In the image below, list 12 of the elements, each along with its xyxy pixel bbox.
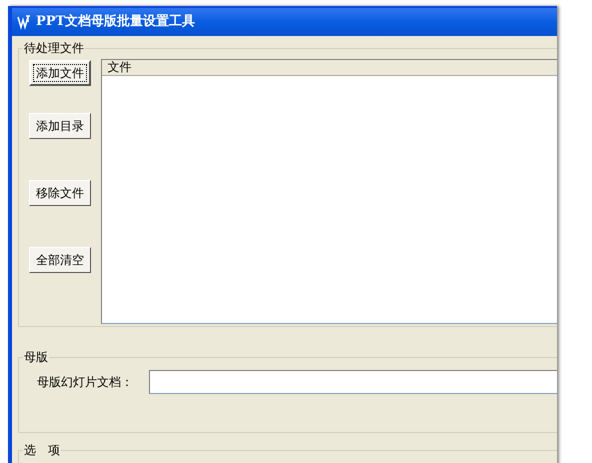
group-title: 选 项 bbox=[23, 442, 61, 458]
column-header[interactable]: 文件 bbox=[102, 60, 557, 75]
field-label: 母版幻灯片文档： bbox=[37, 374, 134, 391]
app-icon bbox=[16, 14, 32, 30]
window-title: PPT文档母版批量设置工具 bbox=[36, 12, 196, 32]
group-title: 待处理文件 bbox=[23, 40, 85, 56]
sidebar-button[interactable]: 添加文件 bbox=[29, 60, 91, 86]
sidebar-button[interactable]: 移除文件 bbox=[29, 180, 91, 206]
sidebar-button[interactable]: 添加目录 bbox=[29, 113, 91, 139]
sidebar-button[interactable]: 全部清空 bbox=[29, 247, 91, 273]
group-title: 母版 bbox=[23, 349, 49, 365]
input-field[interactable] bbox=[149, 370, 557, 394]
